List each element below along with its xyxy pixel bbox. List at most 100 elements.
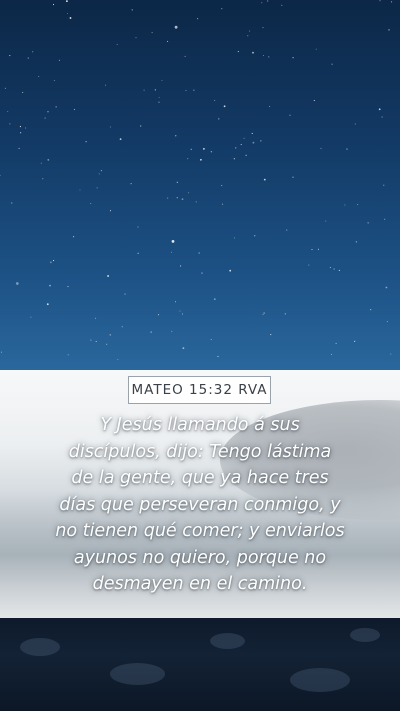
star (58, 59, 60, 61)
star (390, 353, 392, 355)
star (386, 321, 388, 323)
verse-text: Y Jesús llamando á sus discípulos, dijo:… (24, 412, 376, 598)
star (197, 18, 199, 20)
star (181, 198, 184, 201)
star (182, 347, 185, 349)
star (188, 192, 190, 194)
verse-line: de la gente, que ya hace tres (71, 468, 329, 488)
star (174, 301, 177, 303)
star (251, 132, 253, 134)
star (73, 108, 76, 111)
star (388, 29, 390, 31)
star (9, 55, 11, 57)
star (190, 148, 192, 150)
star (263, 312, 265, 314)
star (354, 123, 356, 125)
star (66, 0, 68, 2)
star (329, 266, 331, 269)
star (286, 229, 288, 231)
star (237, 51, 239, 53)
star (383, 184, 385, 186)
verse-reference-label: MATEO 15:32 RVA (128, 376, 271, 404)
star (46, 303, 49, 306)
verse-line: ayunos no quiero, porque no (73, 547, 327, 568)
star (52, 4, 55, 6)
verse-line: desmayen en el camino. (92, 574, 308, 594)
star (105, 84, 107, 86)
star (200, 158, 202, 161)
star (55, 106, 57, 108)
star (181, 313, 184, 315)
star (130, 183, 132, 185)
star (135, 37, 137, 39)
star (245, 154, 247, 156)
star (20, 132, 22, 134)
star (367, 222, 369, 224)
star (317, 248, 319, 250)
star (184, 55, 186, 57)
star (254, 235, 256, 237)
star (131, 9, 133, 11)
pebble (350, 628, 380, 642)
star (7, 110, 9, 113)
star (9, 123, 11, 125)
star (53, 80, 55, 82)
star (262, 27, 264, 29)
star (222, 203, 224, 205)
star (249, 30, 251, 32)
star (311, 248, 313, 251)
star (79, 189, 81, 191)
star (176, 197, 178, 199)
star (247, 35, 249, 37)
star (38, 75, 40, 77)
star (233, 158, 235, 160)
star (320, 147, 322, 149)
star (263, 178, 266, 181)
star (94, 317, 97, 319)
verse-line: no tienen qué comer; y enviarlos (55, 521, 345, 541)
star (198, 252, 200, 254)
star (357, 204, 359, 206)
star (121, 326, 123, 328)
star (47, 159, 50, 161)
star (18, 147, 20, 149)
star (90, 203, 92, 205)
star (151, 32, 153, 34)
star (185, 89, 187, 92)
star (344, 204, 346, 206)
star (210, 151, 212, 153)
verse-line: discípulos, dijo: Tengo lástima (68, 441, 332, 462)
star (30, 316, 32, 318)
star (262, 314, 264, 316)
star (195, 201, 197, 203)
star (384, 218, 386, 220)
star (213, 298, 216, 300)
star (154, 89, 156, 91)
star (167, 197, 169, 199)
star (267, 0, 269, 2)
star (335, 342, 337, 344)
star (370, 309, 372, 311)
star (167, 40, 169, 42)
star (32, 51, 34, 53)
star (95, 340, 97, 343)
star (107, 275, 109, 277)
star (240, 144, 242, 146)
star (252, 141, 255, 144)
star (221, 8, 223, 10)
star (90, 339, 92, 341)
star (137, 252, 139, 254)
star (140, 125, 142, 127)
star (100, 170, 102, 172)
star (379, 0, 381, 2)
star (333, 268, 335, 270)
star (235, 147, 237, 149)
star (281, 4, 283, 6)
star (315, 48, 317, 50)
star (158, 314, 160, 316)
star (203, 148, 205, 150)
star (391, 1, 393, 3)
verse-reference-text: MATEO 15:32 RVA (131, 382, 268, 398)
star (284, 313, 286, 315)
star (66, 12, 69, 15)
